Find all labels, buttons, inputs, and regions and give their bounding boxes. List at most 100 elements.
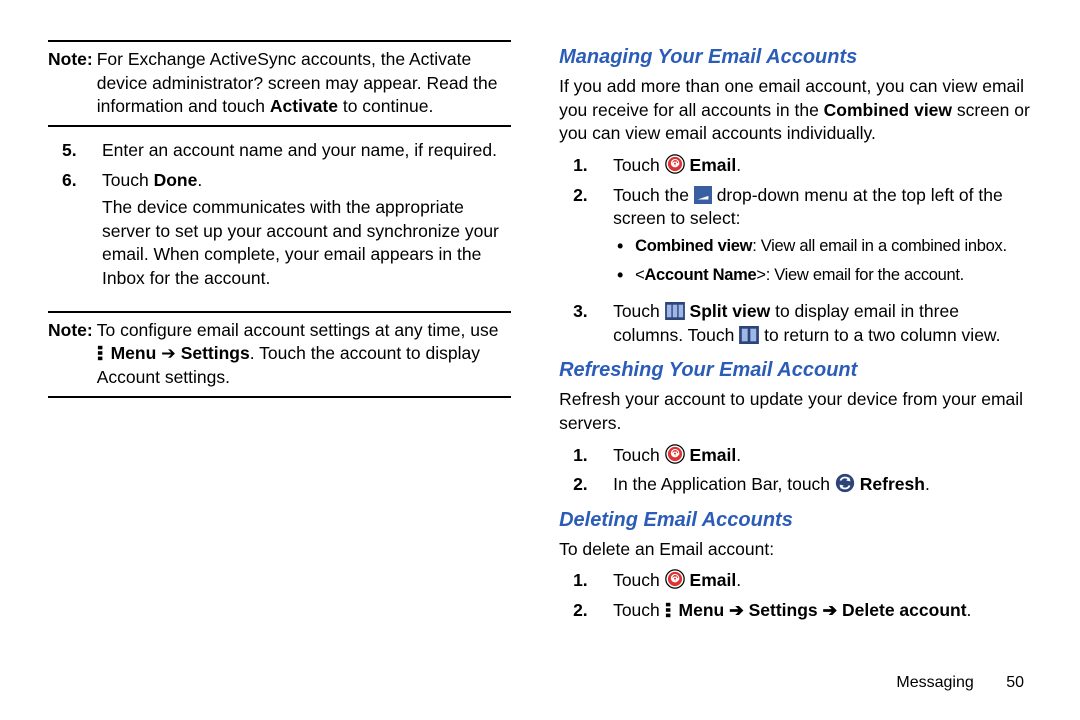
text: .	[736, 570, 741, 590]
text: to return to a two column view.	[764, 325, 1000, 345]
step-body: Touch Email.	[613, 569, 1032, 593]
step-body: Enter an account name and your name, if …	[102, 139, 511, 163]
email-word: Email	[690, 445, 737, 465]
r-step-2: 2. In the Application Bar, touch Refresh…	[559, 473, 1032, 497]
rule-bottom	[48, 125, 511, 127]
bullet: •	[617, 264, 635, 288]
dropdown-icon	[694, 186, 712, 204]
step-number: 1.	[559, 444, 613, 468]
step-5: 5. Enter an account name and your name, …	[48, 139, 511, 163]
rule-top	[48, 40, 511, 42]
option-account-name: • <Account Name>: View email for the acc…	[613, 264, 1032, 288]
step-number: 5.	[48, 139, 102, 163]
d-step-2: 2. Touch Menu ➔ Settings ➔ Delete accoun…	[559, 599, 1032, 623]
left-column: Note: For Exchange ActiveSync accounts, …	[48, 40, 511, 629]
step-number: 6.	[48, 169, 102, 297]
m-step-2: 2. Touch the drop-down menu at the top l…	[559, 184, 1032, 295]
menu-icon	[665, 601, 674, 619]
text: In the Application Bar, touch	[613, 474, 835, 494]
r-step-1: 1. Touch Email.	[559, 444, 1032, 468]
text: Touch the	[613, 185, 694, 205]
option-name: Combined view	[635, 237, 752, 255]
combined-view-word: Combined view	[824, 100, 952, 120]
managing-intro: If you add more than one email account, …	[559, 75, 1032, 146]
menu-icon	[97, 344, 106, 362]
note-body: For Exchange ActiveSync accounts, the Ac…	[97, 48, 511, 119]
steps-continued: 5. Enter an account name and your name, …	[48, 139, 511, 297]
email-icon	[665, 444, 685, 464]
note-activesync: Note: For Exchange ActiveSync accounts, …	[48, 48, 511, 119]
step-6-para: The device communicates with the appropr…	[102, 196, 511, 291]
managing-steps: 1. Touch Email. 2. Touch the drop-down m…	[559, 154, 1032, 347]
arrow: ➔	[156, 343, 180, 363]
text: Touch	[613, 445, 665, 465]
done-word: Done	[154, 170, 198, 190]
refresh-icon	[835, 473, 855, 493]
option-text: <Account Name>: View email for the accou…	[635, 264, 964, 288]
step-number: 2.	[559, 473, 613, 497]
manual-page: Note: For Exchange ActiveSync accounts, …	[0, 0, 1080, 720]
option-name: Account Name	[644, 266, 756, 284]
text: .	[736, 445, 741, 465]
step-body: Touch Done. The device communicates with…	[102, 169, 511, 297]
activate-word: Activate	[270, 96, 338, 116]
text: >: View email for the account.	[756, 266, 964, 284]
text: Touch	[613, 301, 665, 321]
text: : View all email in a combined inbox.	[752, 237, 1007, 255]
text: .	[925, 474, 930, 494]
step-number: 1.	[559, 569, 613, 593]
email-icon	[665, 569, 685, 589]
page-footer: Messaging 50	[896, 674, 1024, 692]
heading-deleting: Deleting Email Accounts	[559, 507, 1032, 534]
arrow: ➔	[818, 600, 842, 620]
option-combined-view: • Combined view: View all email in a com…	[613, 235, 1032, 259]
text: Touch	[102, 170, 154, 190]
section-name: Messaging	[896, 674, 973, 691]
note-label: Note:	[48, 319, 97, 390]
text: To configure email account settings at a…	[97, 320, 499, 340]
split-view-3-icon	[665, 302, 685, 320]
step-number: 1.	[559, 154, 613, 178]
page-number: 50	[1006, 674, 1024, 692]
note-body: To configure email account settings at a…	[97, 319, 511, 390]
heading-managing: Managing Your Email Accounts	[559, 44, 1032, 71]
arrow: ➔	[724, 600, 748, 620]
step-number: 3.	[559, 300, 613, 347]
rule-top-2	[48, 311, 511, 313]
right-column: Managing Your Email Accounts If you add …	[559, 40, 1032, 629]
menu-word: Menu	[679, 600, 725, 620]
heading-refreshing: Refreshing Your Email Account	[559, 357, 1032, 384]
menu-word: Menu	[111, 343, 157, 363]
settings-word: Settings	[181, 343, 250, 363]
step-number: 2.	[559, 599, 613, 623]
email-word: Email	[690, 155, 737, 175]
text: .	[197, 170, 202, 190]
step-body: Touch the drop-down menu at the top left…	[613, 184, 1032, 295]
text: Touch	[613, 155, 665, 175]
text: .	[967, 600, 972, 620]
d-step-1: 1. Touch Email.	[559, 569, 1032, 593]
step-body: Touch Menu ➔ Settings ➔ Delete account.	[613, 599, 1032, 623]
m-step-3: 3. Touch Split view to display email in …	[559, 300, 1032, 347]
text: .	[736, 155, 741, 175]
delete-account-word: Delete account	[842, 600, 966, 620]
deleting-steps: 1. Touch Email. 2. Touch Menu ➔ Settings…	[559, 569, 1032, 622]
note-label: Note:	[48, 48, 97, 119]
email-word: Email	[690, 570, 737, 590]
split-view-word: Split view	[690, 301, 771, 321]
step-body: Touch Email.	[613, 154, 1032, 178]
split-view-2-icon	[739, 326, 759, 344]
text: Touch	[613, 570, 665, 590]
m-step-1: 1. Touch Email.	[559, 154, 1032, 178]
refresh-word: Refresh	[860, 474, 925, 494]
note-configure: Note: To configure email account setting…	[48, 319, 511, 390]
refreshing-intro: Refresh your account to update your devi…	[559, 388, 1032, 435]
option-text: Combined view: View all email in a combi…	[635, 235, 1007, 259]
step-body: In the Application Bar, touch Refresh.	[613, 473, 1032, 497]
dropdown-options: • Combined view: View all email in a com…	[613, 235, 1032, 288]
step-6: 6. Touch Done. The device communicates w…	[48, 169, 511, 297]
step-body: Touch Split view to display email in thr…	[613, 300, 1032, 347]
settings-word: Settings	[749, 600, 818, 620]
bullet: •	[617, 235, 635, 259]
refreshing-steps: 1. Touch Email. 2. In the Application Ba…	[559, 444, 1032, 497]
